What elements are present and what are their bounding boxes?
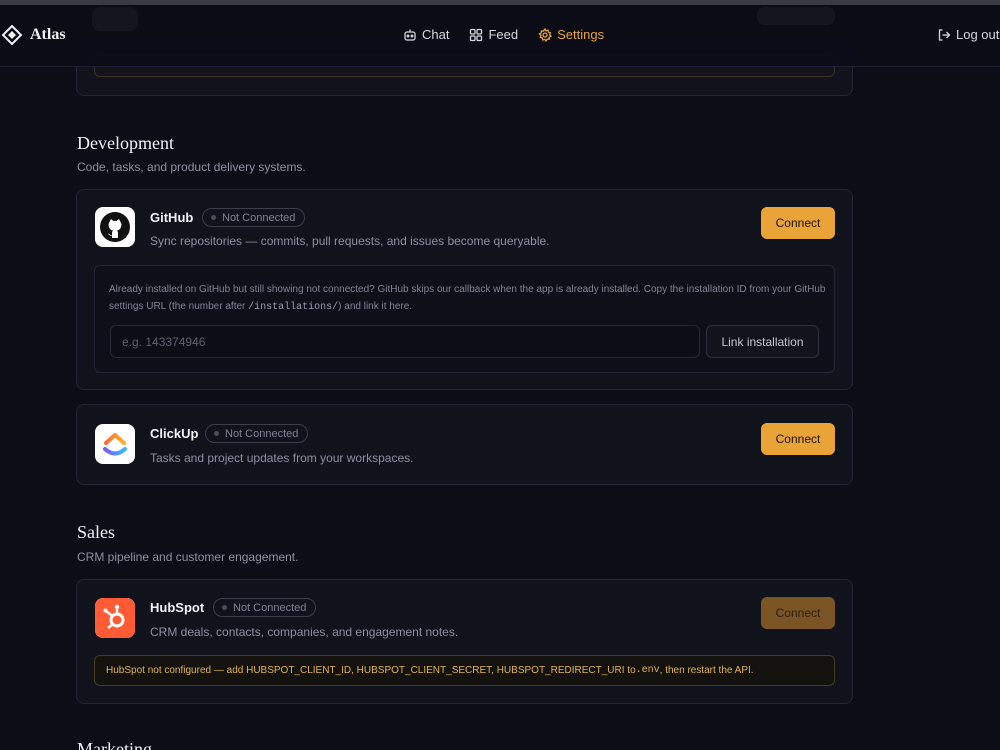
installation-id-input[interactable] xyxy=(110,325,700,358)
status-badge-clickup: Not Connected xyxy=(205,424,309,443)
logout-icon xyxy=(938,28,951,41)
nav-feed-label: Feed xyxy=(488,27,519,42)
status-dot-icon xyxy=(214,431,219,436)
logout-label: Log out xyxy=(956,27,1000,42)
github-logo xyxy=(95,207,135,247)
status-badge-label: Not Connected xyxy=(233,601,307,614)
connect-button-clickup[interactable]: Connect xyxy=(761,423,835,455)
status-badge-github: Not Connected xyxy=(202,208,306,227)
nav-settings-label: Settings xyxy=(557,27,605,42)
top-navigation-bar: Atlas Chat Feed Settings Log out xyxy=(0,5,1000,67)
connect-button-hubspot[interactable]: Connect xyxy=(761,597,835,629)
status-dot-icon xyxy=(211,215,216,220)
integration-description-clickup: Tasks and project updates from your work… xyxy=(150,451,414,465)
clickup-icon xyxy=(103,433,127,456)
section-title-marketing: Marketing xyxy=(77,739,152,750)
main-nav: Chat Feed Settings xyxy=(403,27,604,42)
section-title-sales: Sales xyxy=(77,522,115,542)
nav-chat-label: Chat xyxy=(422,27,450,42)
hubspot-icon xyxy=(95,598,135,638)
integration-name-hubspot: HubSpot xyxy=(150,600,205,615)
atlas-logo-icon xyxy=(2,25,22,45)
status-dot-icon xyxy=(222,605,227,610)
status-badge-label: Not Connected xyxy=(225,427,299,440)
integration-card-clickup xyxy=(76,404,853,485)
bot-icon xyxy=(404,29,416,41)
gear-icon xyxy=(538,27,553,42)
nav-settings[interactable]: Settings xyxy=(538,27,604,42)
hubspot-config-warning: HubSpot not configured — add HUBSPOT_CLI… xyxy=(94,655,835,686)
link-installation-button[interactable]: Link installation xyxy=(706,325,819,358)
integration-description-hubspot: CRM deals, contacts, companies, and enga… xyxy=(150,625,459,639)
section-subtitle-sales: CRM pipeline and customer engagement. xyxy=(77,550,299,564)
nav-chat[interactable]: Chat xyxy=(403,27,449,42)
grid-icon xyxy=(470,28,483,41)
integration-name-clickup: ClickUp xyxy=(150,426,199,441)
logout-button[interactable]: Log out xyxy=(937,27,999,42)
brand-name: Atlas xyxy=(30,26,66,43)
hubspot-logo xyxy=(95,598,135,638)
integration-description-github: Sync repositories — commits, pull reques… xyxy=(150,234,550,248)
clickup-logo xyxy=(95,424,135,464)
github-icon xyxy=(100,212,130,242)
status-badge-label: Not Connected xyxy=(222,211,296,224)
integration-name-github: GitHub xyxy=(150,210,194,225)
section-title-development: Development xyxy=(77,133,174,153)
section-subtitle-development: Code, tasks, and product delivery system… xyxy=(77,160,306,174)
scrolled-content-shadow xyxy=(757,7,835,25)
scrolled-content-shadow xyxy=(92,7,138,31)
connect-button-github[interactable]: Connect xyxy=(761,207,835,239)
github-installation-hint: Already installed on GitHub but still sh… xyxy=(109,284,826,313)
nav-feed[interactable]: Feed xyxy=(469,27,518,42)
brand-logo-link[interactable]: Atlas xyxy=(2,25,66,45)
status-badge-hubspot: Not Connected xyxy=(213,598,317,617)
